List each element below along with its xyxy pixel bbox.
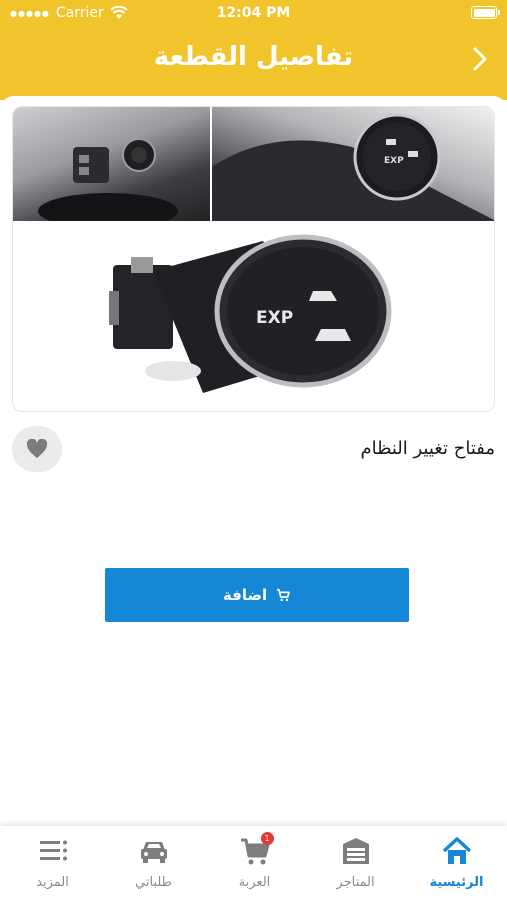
cart-badge: 1: [260, 832, 274, 845]
status-time: 12:04 PM: [216, 5, 291, 21]
favorite-button[interactable]: [12, 426, 62, 472]
store-icon: [339, 834, 373, 868]
app-header: ●●●●● Carrier 12:04 PM تفاصيل القطعة: [0, 0, 507, 100]
status-bar: ●●●●● Carrier 12:04 PM: [0, 0, 507, 26]
cart-icon: 1: [238, 832, 274, 868]
tab-cart[interactable]: 1 العربة: [204, 832, 305, 892]
tab-stores[interactable]: المتاجر: [305, 832, 406, 892]
battery-icon: [471, 6, 500, 19]
page-title: تفاصيل القطعة: [153, 42, 354, 72]
cart-add-icon: [277, 588, 290, 602]
tab-more-label: المزيد: [36, 875, 69, 890]
photo-console-right: EXP: [212, 107, 494, 221]
tab-bar: الرئيسية المتاجر 1 العربة طلباتي المزيد: [0, 826, 507, 900]
tab-home-label: الرئيسية: [429, 875, 484, 890]
tab-orders-label: طلباتي: [135, 875, 172, 890]
tab-orders[interactable]: طلباتي: [103, 832, 204, 892]
svg-text:EXP: EXP: [384, 156, 404, 166]
details-content: EXP EXP مفتاح تغيير النظام اضافة: [0, 96, 507, 826]
heart-icon: [26, 439, 48, 459]
car-icon: [137, 834, 171, 868]
product-name: مفتاح تغيير النظام: [360, 438, 495, 459]
tab-more[interactable]: المزيد: [2, 832, 103, 892]
photo-switch-closeup: EXP: [13, 221, 494, 411]
add-to-cart-button[interactable]: اضافة: [105, 568, 409, 622]
add-button-label: اضافة: [222, 586, 268, 604]
chevron-right-icon: [473, 47, 487, 71]
tab-stores-label: المتاجر: [336, 875, 375, 890]
home-icon: [440, 834, 474, 868]
more-icon: [36, 834, 70, 868]
tab-home[interactable]: الرئيسية: [406, 832, 507, 892]
exp-label: EXP: [256, 308, 293, 328]
product-image[interactable]: EXP EXP: [12, 106, 495, 412]
back-button[interactable]: [469, 46, 491, 72]
photo-console-left: [13, 107, 210, 229]
tab-cart-label: العربة: [238, 875, 271, 890]
